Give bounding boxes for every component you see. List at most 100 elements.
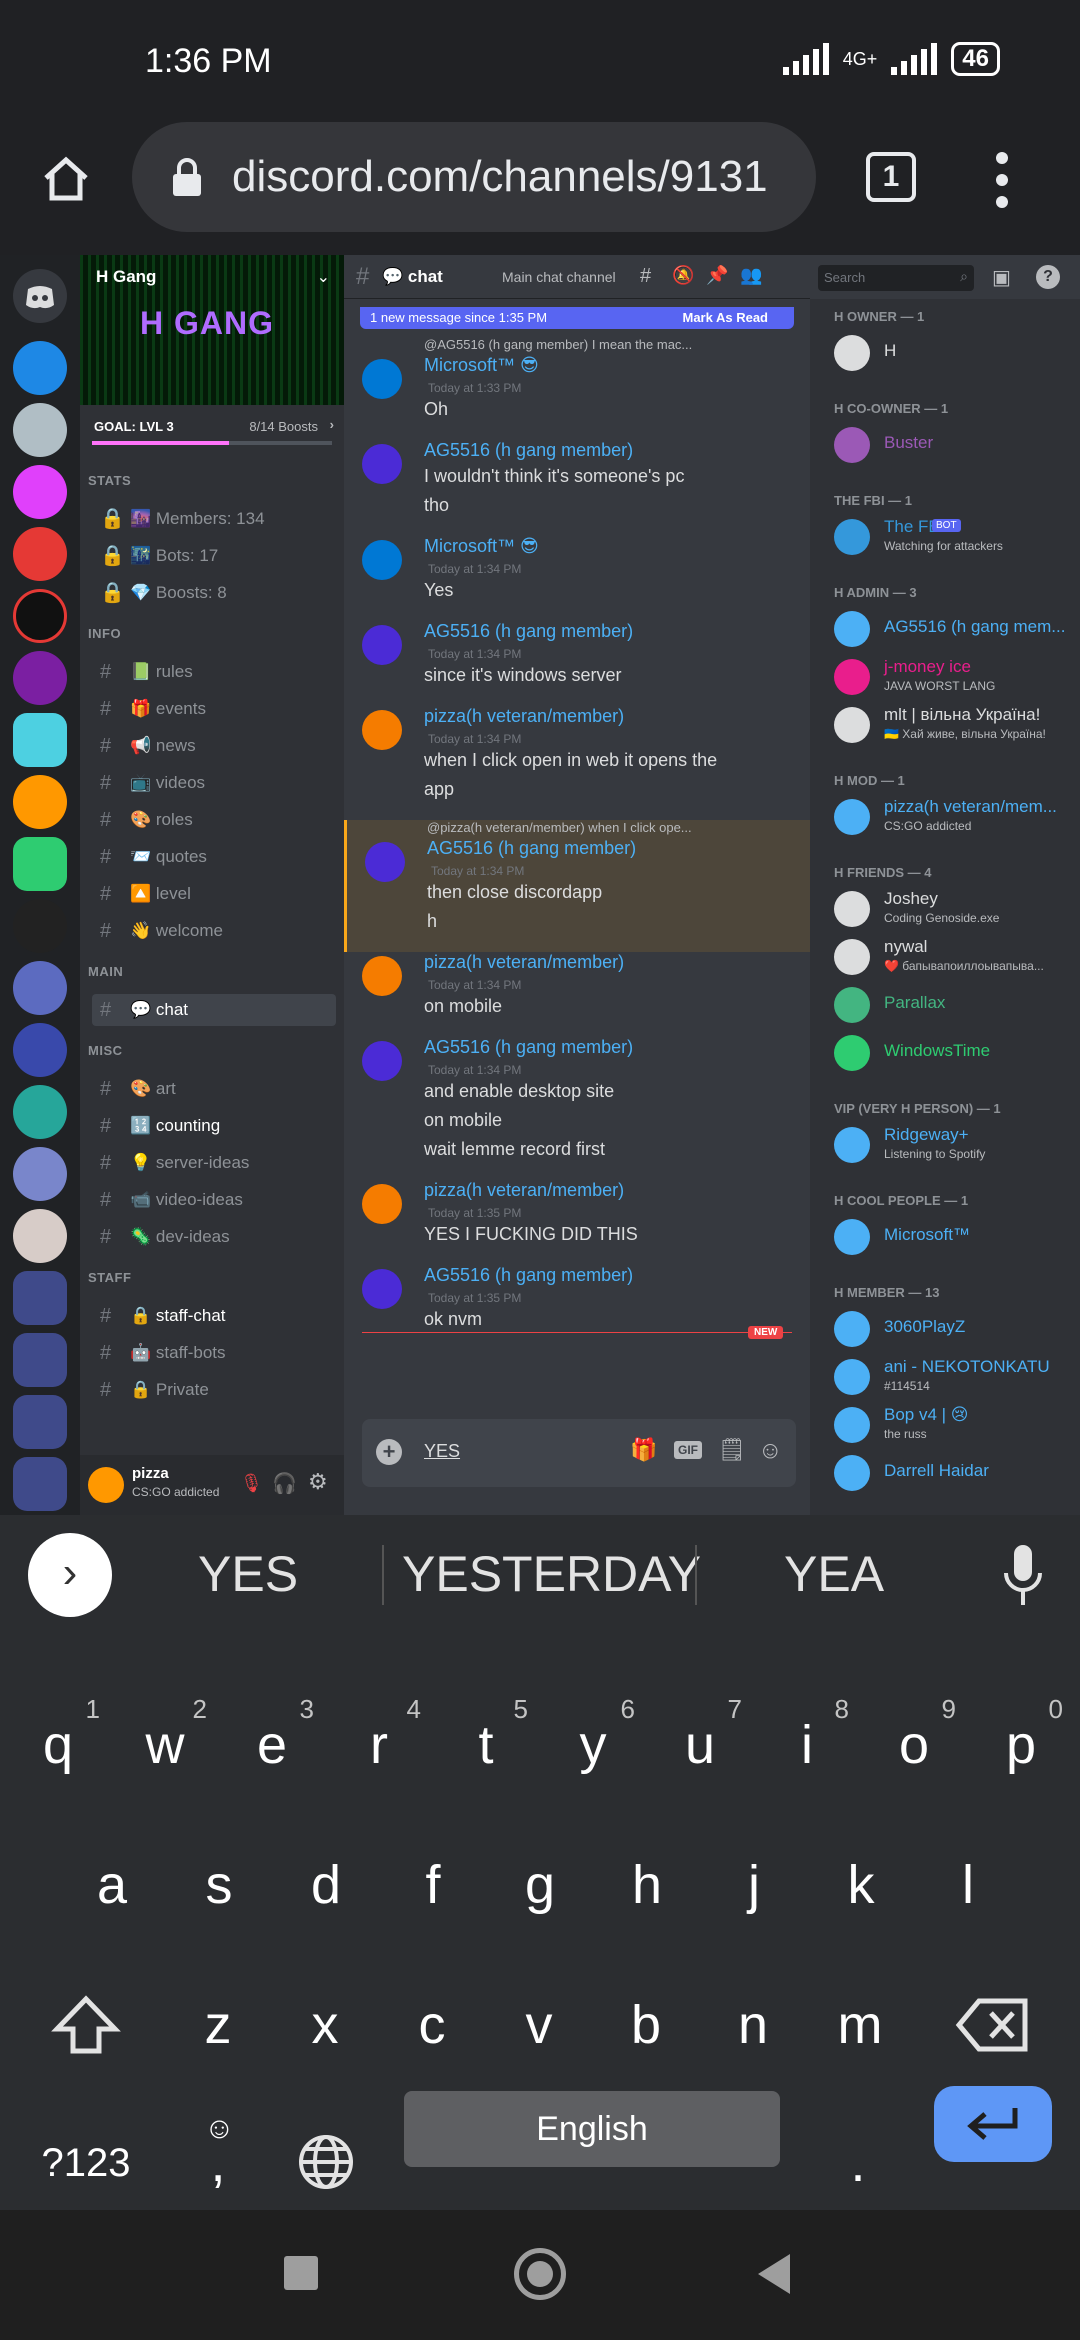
key-u[interactable]: u7 (652, 1685, 748, 1805)
pin-icon[interactable]: 📌 (706, 265, 728, 286)
enter-key[interactable] (934, 2086, 1052, 2162)
key-k[interactable]: k (813, 1825, 909, 1945)
message-author[interactable]: pizza(h veteran/member) (424, 706, 624, 727)
channel-item[interactable]: # 📢 news (92, 730, 336, 762)
key-h[interactable]: h (599, 1825, 695, 1945)
member-item[interactable]: AG5516 (h gang mem... (834, 607, 1074, 651)
channel-item[interactable]: 🔒 💎 Boosts: 8 (92, 577, 336, 609)
message-input[interactable]: YES (424, 1441, 460, 1462)
server-icon-4[interactable] (13, 527, 67, 581)
mark-as-read-button[interactable]: Mark As Read (683, 307, 769, 329)
key-v[interactable]: v (491, 1965, 587, 2085)
mute-channel-icon[interactable]: 🔕 (672, 265, 694, 286)
user-avatar[interactable] (362, 359, 402, 399)
channel-item[interactable]: # 🔢 counting (92, 1110, 336, 1142)
headphones-icon[interactable]: 🎧 (272, 1471, 297, 1496)
key-s[interactable]: s (171, 1825, 267, 1945)
message-author[interactable]: AG5516 (h gang member) (424, 1265, 633, 1286)
gif-icon[interactable]: GIF (674, 1441, 702, 1459)
category-info[interactable]: INFO (88, 626, 121, 641)
key-t[interactable]: t5 (438, 1685, 534, 1805)
key-g[interactable]: g (492, 1825, 588, 1945)
threads-icon[interactable]: # (640, 265, 651, 288)
channel-item[interactable]: # 📨 quotes (92, 841, 336, 873)
server-folder-2[interactable] (13, 1333, 67, 1387)
microphone-icon[interactable] (1000, 1541, 1046, 1611)
new-messages-bar[interactable]: 1 new message since 1:35 PM Mark As Read (360, 307, 794, 329)
url-field[interactable]: discord.com/channels/9131 (132, 122, 816, 232)
key-l[interactable]: l (920, 1825, 1016, 1945)
add-attachment-icon[interactable]: + (376, 1439, 402, 1465)
key-x[interactable]: x (277, 1965, 373, 2085)
category-misc[interactable]: MISC (88, 1043, 123, 1058)
user-avatar[interactable] (362, 956, 402, 996)
channel-item[interactable]: 🔒 🌃 Bots: 17 (92, 540, 336, 572)
suggestion-1[interactable]: YES (198, 1545, 298, 1603)
member-item[interactable]: Bop v4 | 😢 the russ (834, 1403, 1074, 1447)
member-item[interactable]: nywal ❤️ бапывапоиллоывапыва... (834, 935, 1074, 979)
member-item[interactable]: Joshey Coding Genoside.exe (834, 887, 1074, 931)
key-m[interactable]: m (812, 1965, 908, 2085)
channel-item[interactable]: # 📺 videos (92, 767, 336, 799)
key-q[interactable]: q1 (10, 1685, 106, 1805)
server-icon-wifi[interactable] (13, 341, 67, 395)
key-b[interactable]: b (598, 1965, 694, 2085)
server-icon-3[interactable] (13, 465, 67, 519)
tab-switcher-button[interactable]: 1 (866, 152, 916, 202)
channel-item[interactable]: # 🔼 level (92, 878, 336, 910)
member-item[interactable]: ani - NEKOTONKATU #114514 (834, 1355, 1074, 1399)
category-stats[interactable]: STATS (88, 473, 131, 488)
category-main[interactable]: MAIN (88, 964, 123, 979)
members-icon[interactable]: 👥 (740, 265, 762, 286)
key-a[interactable]: a (64, 1825, 160, 1945)
user-avatar[interactable] (362, 710, 402, 750)
message-author[interactable]: AG5516 (h gang member) (424, 1037, 633, 1058)
member-item[interactable]: Darrell Haidar (834, 1451, 1074, 1495)
sticker-icon[interactable]: 🗒 (718, 1437, 746, 1463)
category-staff[interactable]: STAFF (88, 1270, 131, 1285)
member-item[interactable]: Parallax (834, 983, 1074, 1027)
user-avatar[interactable] (362, 625, 402, 665)
member-item[interactable]: H (834, 331, 1074, 375)
recents-button[interactable] (284, 2256, 318, 2290)
user-avatar[interactable] (88, 1467, 124, 1503)
message-author[interactable]: AG5516 (h gang member) (427, 838, 636, 859)
settings-gear-icon[interactable]: ⚙ (308, 1469, 328, 1495)
suggestion-3[interactable]: YEA (784, 1545, 884, 1603)
key-y[interactable]: y6 (545, 1685, 641, 1805)
server-icon-h-gang[interactable] (13, 837, 67, 891)
key-o[interactable]: o9 (866, 1685, 962, 1805)
server-icon-12[interactable] (13, 1023, 67, 1077)
message-author[interactable]: AG5516 (h gang member) (424, 440, 633, 461)
user-avatar[interactable] (365, 842, 405, 882)
gift-icon[interactable]: 🎁 (630, 1437, 657, 1463)
back-button[interactable] (758, 2254, 790, 2294)
period-key[interactable]: . (810, 2103, 906, 2223)
server-icon-13[interactable] (13, 1085, 67, 1139)
reply-preview[interactable]: @pizza(h veteran/member) when I click op… (427, 820, 692, 835)
server-icon-5[interactable] (13, 589, 67, 643)
key-i[interactable]: i8 (759, 1685, 855, 1805)
chevron-down-icon[interactable]: ⌄ (317, 267, 330, 287)
channel-item[interactable]: # 📹 video-ideas (92, 1184, 336, 1216)
channel-item[interactable]: # 👋 welcome (92, 915, 336, 947)
key-w[interactable]: w2 (117, 1685, 213, 1805)
channel-item[interactable]: # 🎁 events (92, 693, 336, 725)
server-icon-2[interactable] (13, 403, 67, 457)
server-icon-8[interactable] (13, 775, 67, 829)
server-folder-4[interactable] (13, 1457, 67, 1511)
member-item[interactable]: 3060PlayZ (834, 1307, 1074, 1351)
message-author[interactable]: Microsoft™ 😎 (424, 536, 539, 557)
message-author[interactable]: AG5516 (h gang member) (424, 621, 633, 642)
space-key[interactable]: English (404, 2091, 780, 2167)
key-f[interactable]: f (385, 1825, 481, 1945)
server-icon-7[interactable] (13, 713, 67, 767)
member-item[interactable]: Buster (834, 423, 1074, 467)
channel-item[interactable]: # 🎨 roles (92, 804, 336, 836)
server-icon-11[interactable] (13, 961, 67, 1015)
key-e[interactable]: e3 (224, 1685, 320, 1805)
message-input-box[interactable]: + YES 🎁 GIF 🗒 ☺ (362, 1419, 796, 1487)
search-box[interactable]: Search ⌕ (818, 265, 974, 291)
user-avatar[interactable] (362, 1041, 402, 1081)
user-avatar[interactable] (362, 540, 402, 580)
